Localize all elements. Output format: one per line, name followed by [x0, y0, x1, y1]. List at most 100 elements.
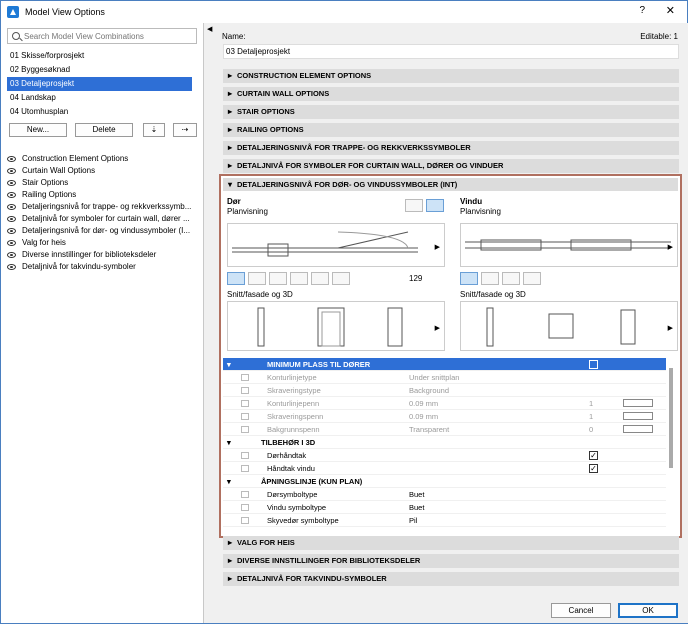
door-plan-more-icon[interactable]: ▶: [435, 243, 440, 251]
door-swing-toggle-icon[interactable]: [426, 199, 444, 212]
window-sill-icon[interactable]: [523, 272, 541, 285]
eye-icon[interactable]: [7, 240, 16, 246]
option-item[interactable]: Stair Options: [7, 177, 197, 189]
collapse-arrow-icon[interactable]: ◀: [207, 25, 212, 33]
section-header[interactable]: DIVERSE INNSTILLINGER FOR BIBLIOTEKSDELE…: [223, 554, 679, 568]
section-header[interactable]: CONSTRUCTION ELEMENT OPTIONS: [223, 69, 679, 83]
eye-icon[interactable]: [7, 204, 16, 210]
table-row[interactable]: ▾ ÅPNINGSLINJE (KUN PLAN): [223, 475, 666, 488]
table-row: Skraveringstype Background: [223, 384, 666, 397]
expand-arrow-icon[interactable]: ▾: [227, 436, 231, 449]
window-section-more-icon[interactable]: ▶: [668, 324, 673, 332]
checkbox[interactable]: ✓: [589, 464, 598, 473]
header-checkbox[interactable]: [589, 360, 598, 369]
door-hatch-icon[interactable]: [227, 272, 245, 285]
door-opening-icon[interactable]: [311, 272, 329, 285]
search-box[interactable]: [7, 28, 197, 44]
section-header[interactable]: DETALJNIVÅ FOR SYMBOLER FOR CURTAIN WALL…: [223, 159, 679, 173]
table-row[interactable]: ▾ TILBEHØR I 3D: [223, 436, 666, 449]
eye-icon[interactable]: [7, 180, 16, 186]
section-header[interactable]: DETALJNIVÅ FOR TAKVINDU-SYMBOLER: [223, 572, 679, 586]
door-arc-toggle-icon[interactable]: [405, 199, 423, 212]
table-scrollbar[interactable]: [669, 368, 673, 468]
row-pen-number: 0: [589, 425, 594, 434]
door-section-more-icon[interactable]: ▶: [435, 324, 440, 332]
window-section-preview[interactable]: ▶: [460, 301, 678, 351]
door-leaf-icon[interactable]: [332, 272, 350, 285]
pen-swatch[interactable]: [623, 425, 653, 433]
table-row[interactable]: Håndtak vindu ✓: [223, 462, 666, 475]
eye-icon[interactable]: [7, 192, 16, 198]
export-icon[interactable]: ⇢: [173, 123, 197, 137]
option-item[interactable]: Curtain Wall Options: [7, 165, 197, 177]
ok-button[interactable]: OK: [618, 603, 678, 618]
eye-icon[interactable]: [7, 264, 16, 270]
window-title: Model View Options: [25, 7, 105, 17]
new-button[interactable]: New...: [9, 123, 67, 137]
pen-swatch[interactable]: [623, 412, 653, 420]
option-item[interactable]: Detaljnivå for symboler for curtain wall…: [7, 213, 197, 225]
row-label: ÅPNINGSLINJE (KUN PLAN): [261, 477, 363, 486]
name-field[interactable]: 03 Detaljeprosjekt: [223, 44, 679, 59]
table-row[interactable]: Dørsymboltype Buet: [223, 488, 666, 501]
settings-table: ▾ MINIMUM PLASS TIL DØRER Konturlinjetype U…: [223, 358, 666, 534]
window-hatch-icon[interactable]: [460, 272, 478, 285]
option-item[interactable]: Detaljeringsnivå for dør- og vindussymbo…: [7, 225, 197, 237]
combination-item[interactable]: 02 Byggesøknad: [7, 63, 192, 77]
option-label: Detaljnivå for takvindu-symboler: [22, 262, 136, 271]
panel-splitter[interactable]: ◀: [204, 23, 214, 623]
row-value: Buet: [409, 490, 425, 499]
section-header[interactable]: RAILING OPTIONS: [223, 123, 679, 137]
help-button[interactable]: ?: [639, 5, 645, 16]
cancel-button[interactable]: Cancel: [551, 603, 611, 618]
row-pen-number: 1: [589, 399, 594, 408]
window-wall-icon[interactable]: [502, 272, 520, 285]
eye-icon[interactable]: [7, 156, 16, 162]
section-header[interactable]: DETALJERINGSNIVÅ FOR TRAPPE- OG REKKVERK…: [223, 141, 679, 155]
window-plan-preview[interactable]: ▶: [460, 223, 678, 267]
checkbox[interactable]: ✓: [589, 451, 598, 460]
option-item[interactable]: Detaljnivå for takvindu-symboler: [7, 261, 197, 273]
table-row[interactable]: Dørhåndtak ✓: [223, 449, 666, 462]
section-header[interactable]: STAIR OPTIONS: [223, 105, 679, 119]
section-header[interactable]: CURTAIN WALL OPTIONS: [223, 87, 679, 101]
door-sill-icon[interactable]: [290, 272, 308, 285]
combination-item[interactable]: 01 Skisse/forprosjekt: [7, 49, 192, 63]
table-row[interactable]: Vindu symboltype Buet: [223, 501, 666, 514]
row-label: Skraveringspenn: [267, 412, 324, 421]
option-item[interactable]: Construction Element Options: [7, 153, 197, 165]
table-row[interactable]: Skyvedør symboltype Pil: [223, 514, 666, 527]
window-plan-settings-icons: [460, 272, 541, 285]
row-icon: [241, 465, 249, 472]
row-label: Skraveringstype: [267, 386, 321, 395]
combination-item[interactable]: 04 Utomhusplan: [7, 105, 192, 119]
combination-item[interactable]: 04 Landskap: [7, 91, 192, 105]
row-icon: [241, 452, 249, 459]
option-item[interactable]: Diverse innstillinger for biblioteksdele…: [7, 249, 197, 261]
open-section-header[interactable]: DETALJERINGSNIVÅ FOR DØR- OG VINDUSSYMBO…: [223, 178, 678, 191]
close-button[interactable]: ✕: [666, 4, 675, 17]
option-item[interactable]: Detaljeringsnivå for trappe- og rekkverk…: [7, 201, 197, 213]
option-item[interactable]: Valg for heis: [7, 237, 197, 249]
door-plan-preview[interactable]: ▶: [227, 223, 445, 267]
expand-arrow-icon[interactable]: ▾: [227, 475, 231, 488]
door-wall-icon[interactable]: [269, 272, 287, 285]
eye-icon[interactable]: [7, 216, 16, 222]
window-frame-icon[interactable]: [481, 272, 499, 285]
delete-button[interactable]: Delete: [75, 123, 133, 137]
window-plan-more-icon[interactable]: ▶: [668, 243, 673, 251]
pen-swatch[interactable]: [623, 399, 653, 407]
search-input[interactable]: [24, 31, 194, 41]
section-header[interactable]: VALG FOR HEIS: [223, 536, 679, 550]
combination-item[interactable]: 03 Detaljeprosjekt: [7, 77, 192, 91]
option-item[interactable]: Railing Options: [7, 189, 197, 201]
expand-arrow-icon[interactable]: ▾: [227, 358, 231, 371]
table-row[interactable]: ▾ MINIMUM PLASS TIL DØRER: [223, 358, 666, 371]
eye-icon[interactable]: [7, 252, 16, 258]
eye-icon[interactable]: [7, 228, 16, 234]
eye-icon[interactable]: [7, 168, 16, 174]
row-value: Under snittplan: [409, 373, 460, 382]
door-frame-icon[interactable]: [248, 272, 266, 285]
door-section-preview[interactable]: ▶: [227, 301, 445, 351]
import-icon[interactable]: ⇣: [143, 123, 165, 137]
